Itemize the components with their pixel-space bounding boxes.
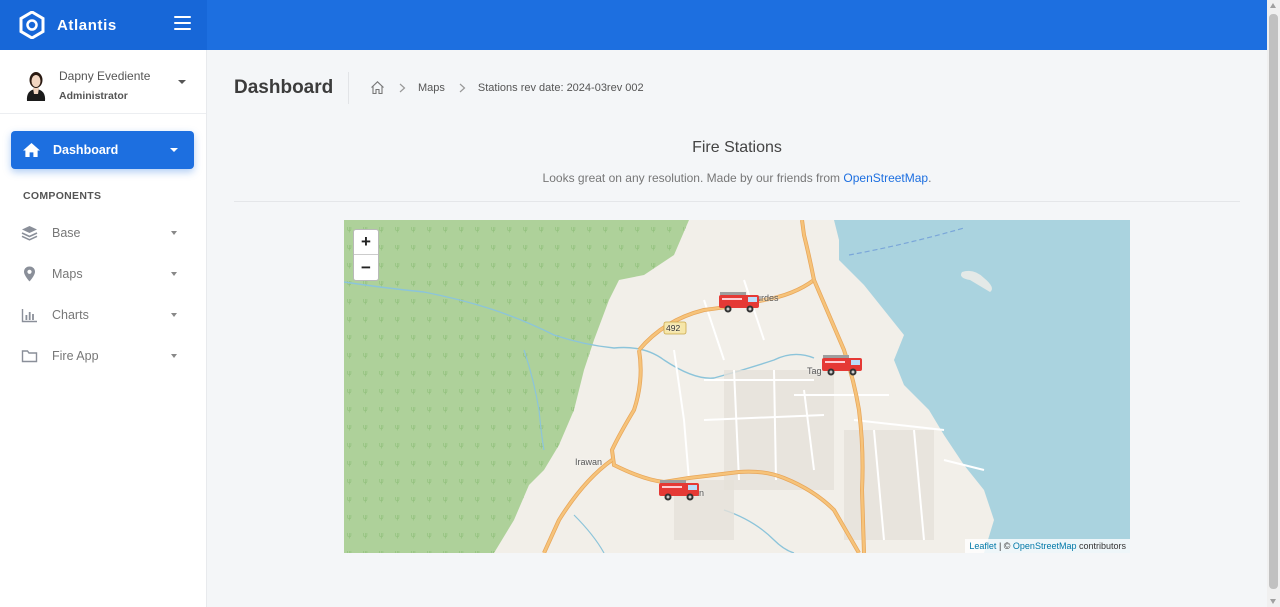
divider [234, 201, 1240, 202]
scroll-up-arrow-icon[interactable] [1270, 3, 1276, 8]
layers-icon [21, 226, 38, 241]
place-label: Tag [807, 366, 822, 376]
sidebar-item-charts[interactable]: Charts [0, 297, 206, 333]
attribution-suffix: contributors [1076, 541, 1126, 551]
map-tiles: ψ [344, 220, 1130, 553]
atlantis-logo-icon [19, 11, 45, 39]
chevron-down-icon [171, 272, 177, 276]
breadcrumb-maps[interactable]: Maps [418, 82, 445, 94]
sidebar-item-maps[interactable]: Maps [0, 256, 206, 292]
chevron-down-icon [171, 354, 177, 358]
brand-name: Atlantis [57, 16, 117, 34]
chevron-right-icon [399, 83, 406, 92]
openstreetmap-link[interactable]: OpenStreetMap [843, 171, 928, 185]
card-subtitle: Looks great on any resolution. Made by o… [207, 171, 1267, 185]
map[interactable]: ψ [344, 220, 1130, 553]
sidebar-item-label: Dashboard [53, 143, 119, 157]
sidebar-item-base[interactable]: Base [0, 215, 206, 251]
card-subtitle-text: Looks great on any resolution. Made by o… [542, 171, 841, 185]
chevron-down-icon[interactable] [178, 80, 186, 84]
sidebar-item-label: Fire App [52, 349, 99, 363]
home-icon[interactable] [370, 80, 385, 95]
scroll-down-arrow-icon[interactable] [1270, 599, 1276, 604]
sidebar-item-label: Charts [52, 308, 89, 322]
fire-truck-icon[interactable] [658, 478, 700, 502]
scrollbar[interactable] [1267, 0, 1280, 607]
map-pin-icon [24, 266, 35, 282]
section-title: COMPONENTS [23, 190, 102, 202]
page-title: Dashboard [234, 77, 334, 98]
map-attribution: Leaflet | © OpenStreetMap contributors [965, 539, 1130, 553]
sidebar: Dapny Evediente Administrator Dashboard … [0, 50, 207, 607]
sidebar-item-label: Base [52, 226, 81, 240]
folder-icon [21, 350, 38, 363]
sidebar-item-dashboard[interactable]: Dashboard [11, 131, 194, 169]
bar-chart-icon [21, 309, 37, 323]
main-content: Dashboard Maps Stations rev date: 2024-0… [207, 50, 1267, 607]
chevron-right-icon [459, 83, 466, 92]
breadcrumb: Maps Stations rev date: 2024-03rev 002 [370, 80, 644, 95]
chevron-down-icon [171, 231, 177, 235]
chevron-down-icon [171, 313, 177, 317]
zoom-out-button[interactable]: − [354, 255, 378, 280]
home-icon [23, 142, 40, 158]
avatar [26, 72, 46, 101]
chevron-down-icon [170, 148, 178, 152]
zoom-in-button[interactable]: + [354, 230, 378, 255]
zoom-control: + − [353, 229, 379, 281]
attribution-separator: | © [996, 541, 1013, 551]
place-label: Irawan [575, 457, 603, 467]
scrollbar-thumb[interactable] [1269, 14, 1278, 589]
user-name: Dapny Evediente [59, 69, 151, 83]
card-title: Fire Stations [692, 139, 782, 156]
menu-toggle-icon[interactable] [174, 16, 191, 30]
user-panel[interactable]: Dapny Evediente Administrator [0, 50, 206, 114]
sidebar-item-fire-app[interactable]: Fire App [0, 338, 206, 374]
divider [348, 72, 349, 104]
user-role: Administrator [59, 90, 128, 102]
leaflet-link[interactable]: Leaflet [969, 541, 996, 551]
card-subtitle-end: . [928, 171, 932, 185]
fire-truck-icon[interactable] [821, 353, 863, 377]
breadcrumb-current: Stations rev date: 2024-03rev 002 [477, 81, 644, 94]
road-number-label: 492 [666, 323, 681, 333]
openstreetmap-link[interactable]: OpenStreetMap [1013, 541, 1077, 551]
sidebar-item-label: Maps [52, 267, 83, 281]
fire-truck-icon[interactable] [718, 290, 760, 314]
brand-header: Atlantis [0, 0, 207, 50]
